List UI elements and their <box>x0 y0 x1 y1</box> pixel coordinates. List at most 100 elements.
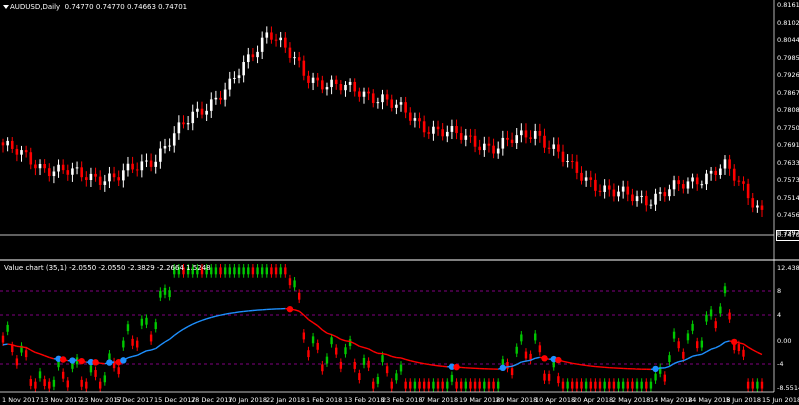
oscillator-body <box>149 334 153 342</box>
symbol-menu-icon[interactable] <box>3 5 9 9</box>
trend-segment <box>359 345 365 349</box>
trend-segment <box>405 358 411 362</box>
oscillator-tick-label: -8.5514 <box>777 384 799 392</box>
oscillator-body <box>214 267 218 275</box>
oscillator-body <box>85 381 88 389</box>
sell-signal-dot <box>78 357 85 365</box>
oscillator-body <box>621 381 625 389</box>
bull-candle <box>584 177 588 181</box>
oscillator-body <box>645 381 648 389</box>
price-tick-label: 0.78670 <box>777 88 799 97</box>
bull-candle <box>233 77 236 79</box>
oscillator-body <box>686 333 690 341</box>
bull-candle <box>640 195 643 197</box>
bear-candle <box>580 172 583 181</box>
oscillator-body <box>506 361 509 369</box>
trend-segment <box>298 310 305 316</box>
bear-candle <box>117 177 121 181</box>
trend-segment <box>516 361 522 366</box>
bull-candle <box>89 173 93 181</box>
bear-candle <box>575 161 579 173</box>
date-tick-label: 1 Nov 2017 <box>2 396 40 404</box>
bull-candle <box>515 135 519 144</box>
oscillator-body <box>478 381 481 389</box>
bear-candle <box>543 135 546 148</box>
buy-signal-dot <box>69 357 76 364</box>
bear-candle <box>487 143 491 146</box>
oscillator-body <box>15 358 19 366</box>
oscillator-body <box>265 267 268 275</box>
candlestick-series <box>1 26 764 217</box>
oscillator-body <box>543 373 546 381</box>
trend-segment <box>363 346 369 350</box>
date-tick-label: 20 Apr 2018 <box>573 396 614 404</box>
oscillator-body <box>279 267 282 275</box>
bear-candle <box>510 139 514 144</box>
trend-segment <box>44 355 50 359</box>
price-tick-label: 0.79855 <box>777 53 799 62</box>
oscillator-body <box>700 340 704 348</box>
trend-segment <box>169 334 175 340</box>
date-tick-label: 14 May 2018 <box>650 396 693 404</box>
bear-candle <box>404 102 407 113</box>
bull-candle <box>103 181 107 185</box>
bear-candle <box>607 185 611 190</box>
date-tick-label: 23 Feb 2018 <box>382 396 423 404</box>
trend-segment <box>345 340 351 343</box>
oscillator-body <box>598 381 602 389</box>
bull-candle <box>159 148 162 162</box>
bear-candle <box>385 94 389 100</box>
bear-candle <box>570 160 574 162</box>
bear-candle <box>200 108 204 115</box>
oscillator-body <box>122 340 125 348</box>
oscillator-body <box>390 381 393 389</box>
trend-segment <box>183 325 189 330</box>
bull-candle <box>344 84 347 91</box>
date-tick-label: 5 Dec 2017 <box>116 396 154 404</box>
bull-candle <box>450 126 454 132</box>
trend-segment <box>386 353 393 358</box>
bear-candle <box>353 81 357 92</box>
bull-candle <box>501 137 505 149</box>
oscillator-body <box>117 367 120 375</box>
oscillator-body <box>24 350 28 358</box>
bull-candle <box>209 99 213 111</box>
bull-candle <box>108 173 111 182</box>
oscillator-body <box>381 355 384 363</box>
trend-segment <box>715 344 721 349</box>
oscillator-body <box>399 364 403 372</box>
bull-candle <box>621 186 625 192</box>
date-tick-label: 15 Jun 2018 <box>762 396 799 404</box>
trend-segment <box>701 351 707 355</box>
oscillator-body <box>330 337 333 345</box>
bear-candle <box>390 99 394 108</box>
trend-segment <box>743 343 749 348</box>
bull-candle <box>145 160 148 162</box>
oscillator-body <box>584 381 588 389</box>
oscillator-body <box>404 381 407 389</box>
oscillator-body <box>612 381 616 389</box>
oscillator-body <box>418 381 421 389</box>
trend-segment <box>187 323 194 328</box>
oscillator-body <box>1 335 5 343</box>
oscillator-body <box>136 340 139 348</box>
oscillator-body <box>126 324 130 332</box>
bear-candle <box>626 186 630 195</box>
trend-segment <box>678 360 684 363</box>
trend-segment <box>710 347 716 350</box>
oscillator-body <box>677 341 680 349</box>
oscillator-body <box>696 341 699 349</box>
bull-candle <box>38 164 42 169</box>
chart-canvas[interactable] <box>0 0 799 405</box>
sell-signal-dot <box>453 363 460 371</box>
bear-candle <box>737 180 741 182</box>
bear-candle <box>274 39 278 41</box>
trend-segment <box>372 350 379 355</box>
trend-segment <box>525 359 531 362</box>
trend-segment <box>317 325 323 331</box>
trend-segment <box>312 322 319 327</box>
bear-candle <box>751 198 755 208</box>
bear-candle <box>61 164 65 171</box>
bull-candle <box>205 110 208 115</box>
bull-candle <box>52 171 56 177</box>
